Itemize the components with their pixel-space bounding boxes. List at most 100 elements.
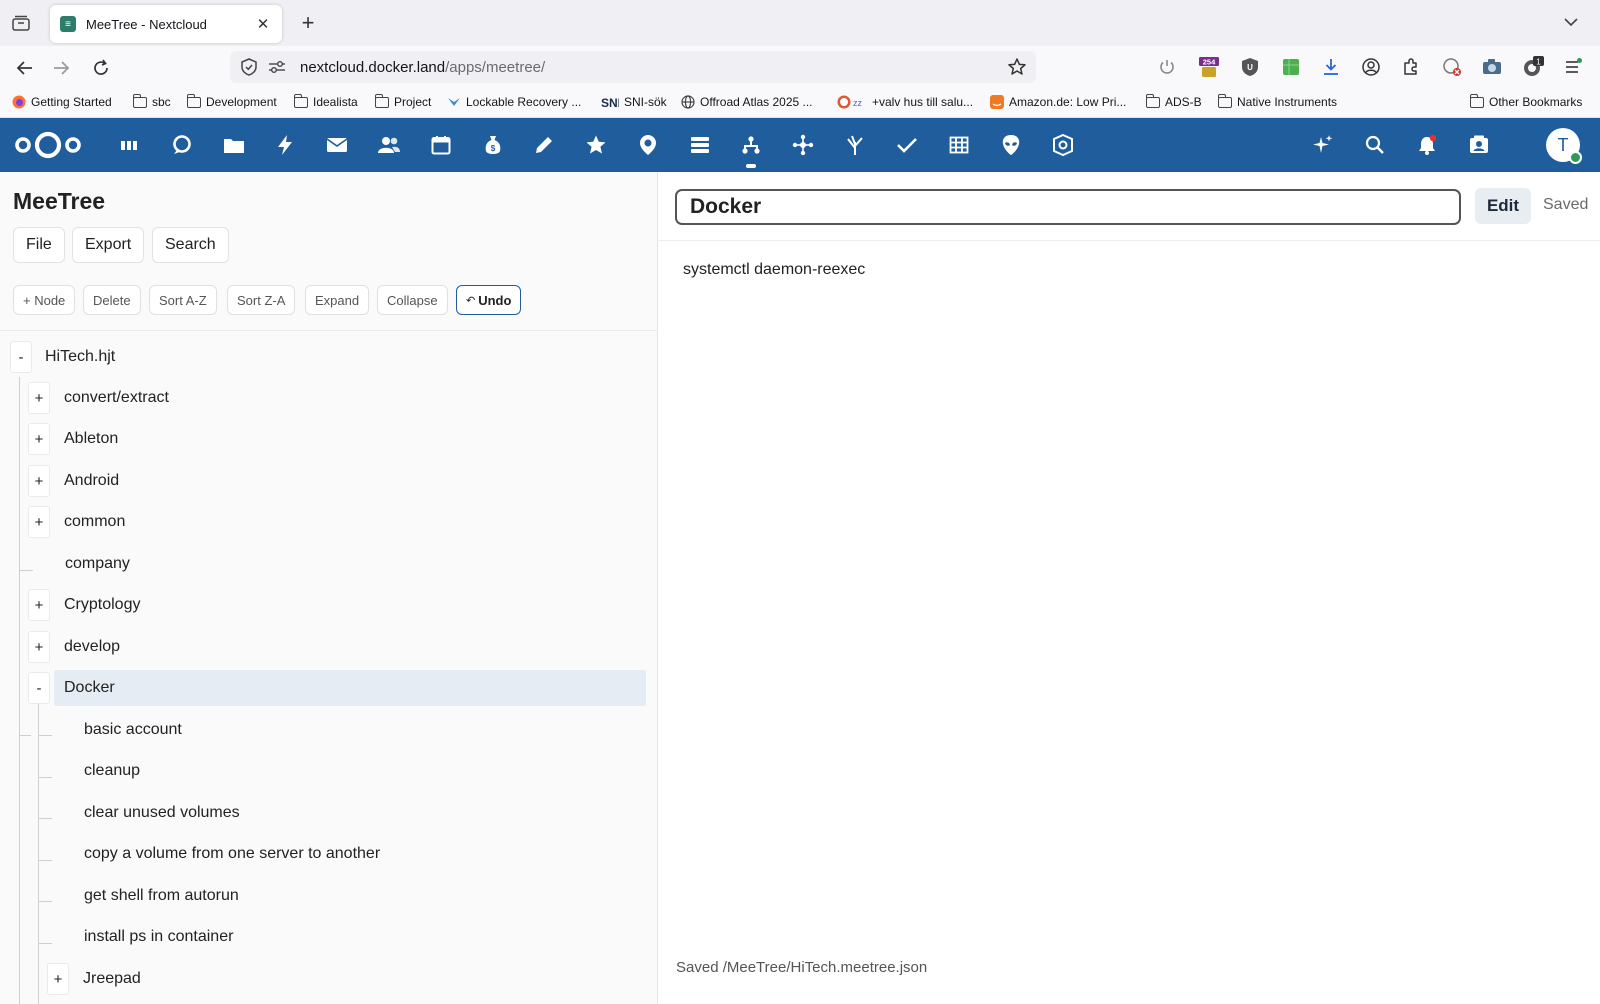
favorites-star-icon[interactable] <box>583 132 609 158</box>
extension-counter-icon[interactable]: 254 <box>1198 56 1220 78</box>
expand-toggle[interactable]: + <box>28 589 50 621</box>
tree-node-convert-extract[interactable]: + convert/extract <box>28 380 628 416</box>
sync-extension-icon[interactable]: 1 <box>1522 56 1544 78</box>
collapse-toggle[interactable]: - <box>10 341 32 373</box>
shield-icon[interactable] <box>238 56 260 78</box>
new-tab-icon[interactable]: + <box>296 11 320 35</box>
tree-node-jreepad[interactable]: + Jreepad <box>47 961 637 997</box>
tree-node-get-shell[interactable]: get shell from autorun <box>54 878 644 914</box>
user-avatar[interactable]: T <box>1546 128 1582 164</box>
account-icon[interactable] <box>1360 56 1382 78</box>
tree-node-cryptology[interactable]: + Cryptology <box>28 587 628 623</box>
search-icon[interactable] <box>1362 132 1388 158</box>
bookmark-offroad-atlas[interactable]: Offroad Atlas 2025 ... <box>681 95 813 109</box>
collapse-toggle[interactable]: - <box>28 672 50 704</box>
expand-all-button[interactable]: Expand <box>305 285 370 315</box>
tree-node-copy-volume[interactable]: copy a volume from one server to another <box>54 836 644 872</box>
file-menu-button[interactable]: File <box>13 227 65 263</box>
meetree-app-icon[interactable] <box>738 132 764 168</box>
browser-tab-active[interactable]: ≡ MeeTree - Nextcloud ✕ <box>50 5 282 43</box>
site-permissions-icon[interactable] <box>266 56 288 78</box>
chevron-down-icon[interactable] <box>1562 13 1580 31</box>
node-title-input[interactable] <box>675 189 1461 225</box>
files-folder-icon[interactable] <box>221 132 247 158</box>
sort-az-button[interactable]: Sort A-Z <box>149 285 217 315</box>
assistant-sparkle-icon[interactable] <box>1310 132 1336 158</box>
tab-list-icon[interactable] <box>10 12 32 34</box>
deck-stack-icon[interactable] <box>687 132 713 158</box>
undo-button[interactable]: ↶ Undo <box>456 285 522 315</box>
mail-icon[interactable] <box>324 132 350 158</box>
back-arrow-icon[interactable] <box>12 55 38 81</box>
tables-grid-icon[interactable] <box>946 132 972 158</box>
bookmark-idealista[interactable]: Idealista <box>293 93 358 109</box>
expand-toggle[interactable]: + <box>28 382 50 414</box>
maps-pin-icon[interactable] <box>635 132 661 158</box>
add-node-button[interactable]: + Node <box>13 285 76 315</box>
expand-toggle[interactable]: + <box>28 506 50 538</box>
tree-node-basic-account[interactable]: basic account <box>54 712 644 748</box>
bookmark-sni-sok[interactable]: SNI SNI-sök <box>601 95 667 109</box>
contacts-menu-icon[interactable] <box>1466 132 1492 158</box>
blocked-extension-icon[interactable] <box>1441 56 1463 78</box>
passwords-vault-icon[interactable] <box>1050 132 1076 158</box>
reload-icon[interactable] <box>88 55 114 81</box>
edit-button[interactable]: Edit <box>1475 188 1531 224</box>
camera-extension-icon[interactable] <box>1481 56 1503 78</box>
expand-toggle[interactable]: + <box>28 465 50 497</box>
tree-node-install-ps[interactable]: install ps in container <box>54 919 644 955</box>
expand-toggle[interactable]: + <box>28 423 50 455</box>
close-tab-icon[interactable]: ✕ <box>254 15 272 33</box>
bookmark-ads-b[interactable]: ADS-B <box>1145 93 1202 109</box>
tree-node-clear-unused-volumes[interactable]: clear unused volumes <box>54 795 644 831</box>
bookmark-valv-hus[interactable]: zz +valv hus till salu... <box>837 95 973 109</box>
tasks-check-icon[interactable] <box>894 132 920 158</box>
power-icon[interactable] <box>1156 56 1178 78</box>
tree-node-docker[interactable]: Docker <box>54 670 646 706</box>
bookmark-lockable-recovery[interactable]: Lockable Recovery ... <box>447 95 581 109</box>
alien-icon[interactable] <box>998 132 1024 158</box>
search-menu-button[interactable]: Search <box>152 227 229 263</box>
download-icon[interactable] <box>1320 56 1342 78</box>
url-text[interactable]: nextcloud.docker.land/apps/meetree/ <box>300 59 545 76</box>
bookmark-amazon[interactable]: Amazon.de: Low Pri... <box>990 95 1126 109</box>
bookmark-other-bookmarks[interactable]: Other Bookmarks <box>1469 93 1582 109</box>
sheets-extension-icon[interactable] <box>1280 56 1302 78</box>
url-bar[interactable]: nextcloud.docker.land/apps/meetree/ <box>230 51 1036 83</box>
tree-node-android[interactable]: + Android <box>28 463 628 499</box>
nextcloud-logo-icon[interactable] <box>14 128 82 162</box>
tree-node-cleanup[interactable]: cleanup <box>54 753 644 789</box>
collapse-all-button[interactable]: Collapse <box>377 285 448 315</box>
tree-node-develop[interactable]: + develop <box>28 629 628 665</box>
contacts-icon[interactable] <box>376 132 402 158</box>
bookmark-project[interactable]: Project <box>374 93 431 109</box>
dashboard-icon[interactable] <box>116 132 142 158</box>
ublock-icon[interactable]: U <box>1239 56 1261 78</box>
tree-node-company[interactable]: company <box>28 546 628 582</box>
activity-bolt-icon[interactable] <box>272 132 298 158</box>
money-bag-icon[interactable]: $ <box>480 132 506 158</box>
sort-za-button[interactable]: Sort Z-A <box>227 285 296 315</box>
bookmark-getting-started[interactable]: Getting Started <box>12 95 112 109</box>
notes-pencil-icon[interactable] <box>531 132 557 158</box>
expand-toggle[interactable]: + <box>47 963 69 995</box>
bookmark-development[interactable]: Development <box>186 93 277 109</box>
forward-arrow-icon[interactable] <box>48 55 74 81</box>
tree-node-root[interactable]: - HiTech.hjt <box>10 339 630 375</box>
talk-icon[interactable] <box>169 132 195 158</box>
bookmark-native-instruments[interactable]: Native Instruments <box>1217 93 1337 109</box>
delete-node-button[interactable]: Delete <box>83 285 141 315</box>
network-icon[interactable] <box>790 132 816 158</box>
calendar-icon[interactable] <box>428 132 454 158</box>
notifications-bell-icon[interactable] <box>1414 132 1440 158</box>
extensions-puzzle-icon[interactable] <box>1400 56 1422 78</box>
tree-node-common[interactable]: + common <box>28 504 628 540</box>
branches-icon[interactable] <box>842 132 868 158</box>
bookmark-star-icon[interactable] <box>1006 56 1028 78</box>
expand-toggle[interactable]: + <box>28 631 50 663</box>
node-content[interactable]: systemctl daemon-reexec <box>683 261 865 279</box>
tree-node-ableton[interactable]: + Ableton <box>28 421 628 457</box>
app-menu-icon[interactable] <box>1562 56 1584 78</box>
bookmark-sbc[interactable]: sbc <box>132 93 171 109</box>
export-menu-button[interactable]: Export <box>72 227 145 263</box>
